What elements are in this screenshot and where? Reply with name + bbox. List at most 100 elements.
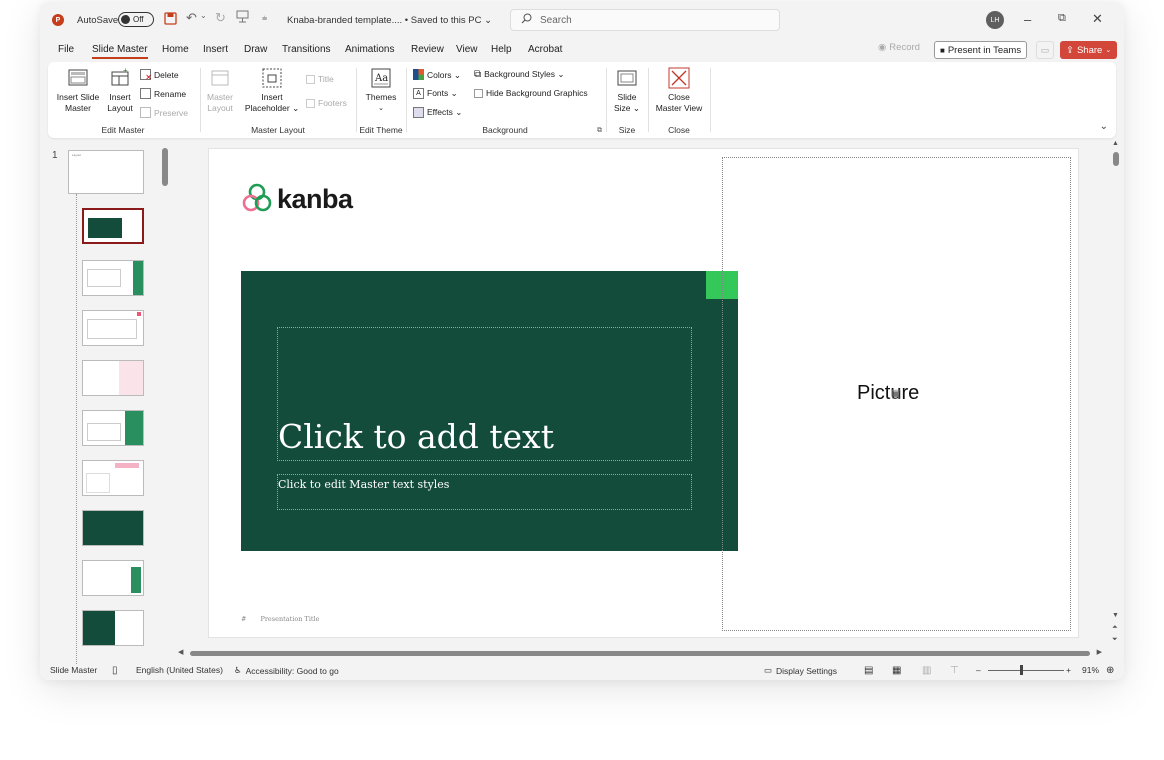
zoom-out-icon[interactable]: – bbox=[976, 665, 981, 675]
ribbon-separator bbox=[648, 68, 649, 132]
background-styles-button[interactable]: ⧉ Background Styles ⌄ bbox=[474, 69, 565, 80]
background-dialog-launcher-icon[interactable]: ⧉ bbox=[597, 127, 602, 135]
title-background-panel[interactable]: Click to add text Click to edit Master t… bbox=[241, 271, 738, 551]
collapse-ribbon-icon[interactable]: ⌄ bbox=[1100, 121, 1108, 132]
slide-horizontal-scrollbar-thumb[interactable] bbox=[190, 651, 1090, 656]
save-icon[interactable] bbox=[164, 12, 177, 25]
scroll-up-icon[interactable]: ▲ bbox=[1112, 140, 1119, 147]
close-window-icon[interactable]: ✕ bbox=[1092, 11, 1116, 27]
restore-icon[interactable]: ⧉ bbox=[1058, 12, 1082, 25]
document-title[interactable]: Knaba-branded template.... • Saved to th… bbox=[287, 15, 492, 26]
previous-slide-icon[interactable]: ⏶ bbox=[1112, 624, 1118, 632]
autosave-toggle[interactable]: Off bbox=[118, 12, 154, 27]
layout-thumbnail[interactable] bbox=[82, 460, 144, 496]
slide-horizontal-scrollbar[interactable]: ◀ ▶ bbox=[176, 648, 1102, 658]
scroll-left-icon[interactable]: ◀ bbox=[178, 648, 183, 656]
slide-sorter-icon[interactable]: ▦ bbox=[892, 665, 901, 676]
title-checkbox[interactable]: Title bbox=[306, 74, 334, 84]
thumb-shape bbox=[119, 361, 143, 395]
thumbnail-scrollbar[interactable] bbox=[160, 142, 170, 658]
insert-layout-button[interactable]: + Insert Layout bbox=[104, 66, 136, 114]
fonts-button[interactable]: A Fonts ⌄ bbox=[413, 88, 458, 99]
layout-thumbnail[interactable] bbox=[82, 410, 144, 446]
layout-thumbnail[interactable] bbox=[82, 360, 144, 396]
zoom-in-icon[interactable]: + bbox=[1066, 665, 1071, 675]
slide-footer[interactable]: # Presentation Title bbox=[241, 615, 319, 623]
background-group-label: Background bbox=[482, 125, 528, 135]
normal-view-icon[interactable]: ▤ bbox=[864, 665, 873, 676]
slide-size-button[interactable]: Slide Size ⌄ bbox=[612, 67, 642, 114]
effects-button[interactable]: Effects ⌄ bbox=[413, 107, 462, 118]
record-button[interactable]: ◉ Record bbox=[878, 42, 920, 53]
hide-background-graphics-checkbox[interactable]: Hide Background Graphics bbox=[474, 88, 588, 98]
tab-transitions[interactable]: Transitions bbox=[282, 44, 331, 55]
scroll-right-icon[interactable]: ▶ bbox=[1097, 648, 1102, 656]
ribbon: Insert Slide Master + Insert Layout ✕ De… bbox=[48, 62, 1116, 138]
zoom-level[interactable]: 91% bbox=[1082, 665, 1099, 675]
tab-home[interactable]: Home bbox=[162, 44, 189, 55]
master-layout-button[interactable]: Master Layout bbox=[202, 67, 238, 114]
colors-button[interactable]: Colors ⌄ bbox=[413, 69, 461, 82]
zoom-slider[interactable] bbox=[988, 670, 1064, 671]
svg-text:+: + bbox=[123, 67, 128, 75]
layout-thumbnail[interactable] bbox=[82, 610, 144, 646]
display-settings-button[interactable]: ▭ Display Settings bbox=[764, 665, 837, 676]
user-avatar[interactable]: LH bbox=[986, 11, 1004, 29]
undo-icon[interactable]: ↶ bbox=[186, 10, 197, 26]
insert-slide-master-button[interactable]: Insert Slide Master bbox=[54, 67, 102, 114]
tab-file[interactable]: File bbox=[58, 44, 74, 55]
close-master-view-button[interactable]: Close Master View bbox=[654, 67, 704, 114]
slide-vertical-scrollbar-thumb[interactable] bbox=[1113, 152, 1119, 166]
present-from-start-icon[interactable] bbox=[236, 10, 249, 23]
layout-thumbnail[interactable] bbox=[82, 260, 144, 296]
tab-draw[interactable]: Draw bbox=[244, 44, 267, 55]
slide-canvas[interactable]: kanba Click to add text Click to edit Ma… bbox=[208, 148, 1079, 638]
reading-view-icon[interactable]: ▥ bbox=[922, 665, 931, 676]
hide-background-graphics-box bbox=[474, 88, 483, 98]
accessibility-status[interactable]: ♿︎ Accessibility: Good to go bbox=[234, 665, 339, 676]
preserve-button[interactable]: Preserve bbox=[140, 107, 188, 118]
layout-thumbnail[interactable] bbox=[82, 310, 144, 346]
tab-help[interactable]: Help bbox=[491, 44, 512, 55]
slide-vertical-scrollbar[interactable]: ▲ ▼ ⏶ ⏷ bbox=[1110, 140, 1122, 652]
language-status[interactable]: English (United States) bbox=[136, 665, 223, 675]
redo-icon[interactable]: ↻ bbox=[215, 10, 226, 26]
zoom-slider-handle[interactable] bbox=[1020, 665, 1023, 675]
scroll-down-icon[interactable]: ▼ bbox=[1112, 612, 1119, 619]
undo-dropdown-icon[interactable]: ⌄ bbox=[200, 11, 207, 20]
insert-picture-icon[interactable]: ▣ bbox=[891, 387, 901, 400]
slide-show-icon[interactable]: ⊤ bbox=[950, 665, 959, 676]
rename-button[interactable]: Rename bbox=[140, 88, 186, 99]
notes-page-icon[interactable]: ▯ bbox=[112, 665, 118, 676]
layout-thumbnail[interactable] bbox=[82, 560, 144, 596]
minimize-icon[interactable]: – bbox=[1024, 12, 1048, 27]
tab-slide-master[interactable]: Slide Master bbox=[92, 44, 148, 59]
delete-button[interactable]: ✕ Delete bbox=[140, 69, 179, 82]
effects-icon bbox=[413, 107, 424, 118]
master-thumbnail[interactable]: Layout bbox=[68, 150, 144, 194]
picture-placeholder[interactable]: Picture ▣ bbox=[722, 157, 1071, 631]
comments-icon[interactable]: ▭ bbox=[1036, 41, 1054, 59]
title-placeholder[interactable]: Click to add text bbox=[277, 327, 692, 461]
background-styles-icon: ⧉ bbox=[474, 69, 482, 80]
thumb-shape bbox=[125, 411, 143, 445]
tab-animations[interactable]: Animations bbox=[345, 44, 394, 55]
tab-insert[interactable]: Insert bbox=[203, 44, 228, 55]
layout-thumbnail[interactable] bbox=[82, 208, 144, 244]
text-placeholder[interactable]: Click to edit Master text styles bbox=[277, 474, 692, 510]
present-in-teams-button[interactable]: ■ Present in Teams bbox=[934, 41, 1028, 59]
search-box[interactable]: Search bbox=[510, 9, 780, 31]
tab-review[interactable]: Review bbox=[411, 44, 444, 55]
thumbnail-scrollbar-thumb[interactable] bbox=[162, 148, 168, 186]
insert-layout-icon: + bbox=[109, 66, 131, 89]
themes-button[interactable]: Aa Themes ⌄ bbox=[362, 67, 400, 114]
insert-placeholder-button[interactable]: Insert Placeholder ⌄ bbox=[242, 67, 302, 114]
share-button[interactable]: ⇪ Share ⌄ bbox=[1060, 41, 1118, 59]
next-slide-icon[interactable]: ⏷ bbox=[1112, 636, 1118, 644]
layout-thumbnail[interactable] bbox=[82, 510, 144, 546]
customize-qat-icon[interactable]: ⩧ bbox=[262, 13, 267, 24]
footers-checkbox[interactable]: Footers bbox=[306, 98, 347, 108]
tab-view[interactable]: View bbox=[456, 44, 478, 55]
fit-to-window-icon[interactable]: ⊕ bbox=[1106, 665, 1114, 676]
tab-acrobat[interactable]: Acrobat bbox=[528, 44, 562, 55]
